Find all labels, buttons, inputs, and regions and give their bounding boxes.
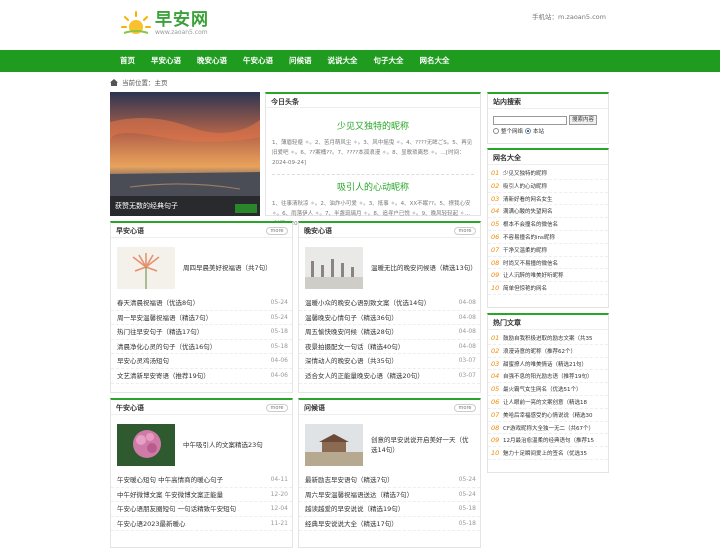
slider-pager[interactable] <box>235 204 257 213</box>
search-title: 站内搜索 <box>493 98 521 106</box>
search-button[interactable]: 搜索内容 <box>569 115 598 125</box>
list-item[interactable]: 午安心语2023最新暖心 11-21 <box>111 517 292 532</box>
rank-item[interactable]: 06 不容易撞名的ins昵称 <box>488 231 608 244</box>
rank-item[interactable]: 07 美哈后幸福感受的心情说说（精选30 <box>488 409 608 422</box>
rank-item[interactable]: 09 12月最治愈温柔的经典语句（推荐15 <box>488 434 608 448</box>
list-item[interactable]: 午安心语朋友圈短句 一句话精致午安短句 12-04 <box>111 502 292 517</box>
list-item[interactable]: 热门往早安句子（精选17句） 05-18 <box>111 325 292 340</box>
nav-home[interactable]: 首页 <box>112 50 143 72</box>
headline-title: 今日头条 <box>271 98 299 106</box>
headline-box: 今日头条 少见又独特的昵称 1、薄眉轻蹙 ✧。2、苦月萌风尘 ✧。3、风中摇曳 … <box>265 92 481 227</box>
headline-item-title[interactable]: 少见又独特的昵称 <box>266 119 480 132</box>
nav-noon[interactable]: 午安心语 <box>235 50 281 72</box>
site-domain: www.zaoan5.com <box>155 28 208 36</box>
mobile-site-link[interactable]: 手机站：m.zaoan5.com <box>532 11 606 21</box>
list-item[interactable]: 中午好微博文案 午安微博文案正能量 12-20 <box>111 488 292 503</box>
rank-item[interactable]: 10 魅力十足瞬间爱上的签名（优选35 <box>488 447 608 460</box>
list-item[interactable]: 周一早安温馨祝福语（精选7句） 05-24 <box>111 311 292 326</box>
morning-section: 早安心语 more 周四早晨美好祝福语（共7句） 春天清晨祝福语（优选8句） 05-… <box>110 221 293 393</box>
nicknames-title: 网名大全 <box>493 154 521 162</box>
list-item[interactable]: 早安心灵鸡汤短句 04-06 <box>111 354 292 369</box>
flower-image[interactable] <box>117 247 175 289</box>
rank-item[interactable]: 10 简单但惊艳的网名 <box>488 282 608 295</box>
site-search-box: 站内搜索 搜索内容 整个网络 本站 <box>487 92 609 144</box>
nicknames-box: 网名大全 01 少见又独特的昵称 02 吸引人的心动昵称 03 清新好看的网名女生 0… <box>487 148 609 308</box>
nav-nicknames[interactable]: 网名大全 <box>412 50 458 72</box>
featured-title[interactable]: 中午吸引人的文案精选23句 <box>183 440 263 450</box>
rank-item[interactable]: 04 满满心酸的失望网名 <box>488 205 608 219</box>
landscape-image[interactable] <box>305 247 363 289</box>
rank-item[interactable]: 01 鼓励自我积极进取的励志文案（共35 <box>488 332 608 345</box>
greetings-section: 问候语 more 创意的早安说说开启美好一天（优选14句） 最新励志早安语句（精选… <box>298 398 481 548</box>
breadcrumb-text: 当前位置：主页 <box>122 79 168 87</box>
rank-item[interactable]: 01 少见又独特的昵称 <box>488 167 608 180</box>
hydrangea-image[interactable] <box>117 424 175 466</box>
nav-evening[interactable]: 晚安心语 <box>189 50 235 72</box>
radio-this-site[interactable] <box>525 128 532 134</box>
section-title: 晚安心语 <box>304 227 332 235</box>
featured-title[interactable]: 周四早晨美好祝福语（共7句） <box>183 263 272 273</box>
pavilion-image[interactable] <box>305 424 363 466</box>
site-header: 早安网 www.zaoan5.com 手机站：m.zaoan5.com <box>0 0 720 48</box>
featured-title[interactable]: 温暖无比的晚安问候语（精选13句） <box>371 263 477 273</box>
list-item[interactable]: 深情动人的晚安心语（共35句） 03-07 <box>299 354 480 369</box>
rank-item[interactable]: 08 时尚又不易撞的微信名 <box>488 257 608 270</box>
list-item[interactable]: 清晨净化心灵的句子（优选16句） 05-18 <box>111 340 292 355</box>
list-item[interactable]: 温馨晚安心情句子（精选36句） 04-08 <box>299 311 480 326</box>
hero-slider[interactable]: 获赞无数的经典句子 <box>110 92 260 216</box>
list-item[interactable]: 周六早安温馨祝福语送达（精选7句） 05-24 <box>299 488 480 503</box>
section-title: 午安心语 <box>116 404 144 412</box>
rank-item[interactable]: 02 浪漫诗意的昵称（推荐62个） <box>488 345 608 358</box>
section-title: 早安心语 <box>116 227 144 235</box>
radio-whole-web[interactable] <box>493 128 499 134</box>
list-item[interactable]: 午安暖心短句 中午高情商的暖心句子 04-11 <box>111 473 292 488</box>
breadcrumb: 当前位置：主页 <box>110 77 168 87</box>
list-item[interactable]: 适合女人的正能量晚安心语（精选20句） 03-07 <box>299 369 480 384</box>
rank-item[interactable]: 04 自强不息的阳光励志语（推荐19句） <box>488 370 608 384</box>
rank-item[interactable]: 03 清新好看的网名女生 <box>488 193 608 206</box>
search-input[interactable] <box>493 115 567 125</box>
rank-item[interactable]: 09 让人沉醉的唯美好听昵称 <box>488 269 608 283</box>
list-item[interactable]: 温暖小众的晚安心语别致文案（优选14句） 04-08 <box>299 296 480 311</box>
hot-articles-box: 热门文章 01 鼓励自我积极进取的励志文案（共35 02 浪漫诗意的昵称（推荐62个… <box>487 313 609 473</box>
more-button[interactable]: more <box>454 227 476 235</box>
list-item[interactable]: 文艺清新早安寄语（推荐19句） 04-06 <box>111 369 292 384</box>
nav-moods[interactable]: 说说大全 <box>320 50 366 72</box>
headline-item-title[interactable]: 吸引人的心动昵称 <box>266 180 480 193</box>
home-icon <box>110 78 118 86</box>
rank-item[interactable]: 08 CF游戏昵称大全独一无二（共67个） <box>488 422 608 435</box>
headline-item-summary: 1、薄眉轻蹙 ✧。2、苦月萌风尘 ✧。3、风中摇曳 ✧。4、????无眸ごS。5… <box>272 140 473 166</box>
list-item[interactable]: 最新励志早安语句（精选7句） 05-24 <box>299 473 480 488</box>
more-button[interactable]: more <box>266 404 288 412</box>
rank-item[interactable]: 06 让人眼前一亮的文案创意（精选18 <box>488 396 608 409</box>
list-item[interactable]: 越读越爱的早安说说（精选19句） 05-18 <box>299 502 480 517</box>
more-button[interactable]: more <box>454 404 476 412</box>
main-nav: 首页 早安心语 晚安心语 午安心语 问候语 说说大全 句子大全 网名大全 <box>0 50 720 72</box>
rank-item[interactable]: 02 吸引人的心动昵称 <box>488 180 608 193</box>
list-item[interactable]: 夜景拍摄配文一句话（精选40句） 04-08 <box>299 340 480 355</box>
site-logo[interactable]: 早安网 www.zaoan5.com <box>120 9 209 37</box>
evening-section: 晚安心语 more 温暖无比的晚安问候语（精选13句） 温暖小众的晚安心语别致文案… <box>298 221 481 393</box>
rank-item[interactable]: 05 根本不会撞名的微信名 <box>488 218 608 231</box>
list-item[interactable]: 经典早安说说大全（精选17句） 05-18 <box>299 517 480 532</box>
rank-item[interactable]: 03 甜蜜撩人的唯美情话（精选21句） <box>488 358 608 371</box>
nav-morning[interactable]: 早安心语 <box>143 50 189 72</box>
rank-item[interactable]: 07 干净又温柔的昵称 <box>488 244 608 257</box>
noon-section: 午安心语 more 中午吸引人的文案精选23句 午安暖心短句 中午高情商的暖心句子… <box>110 398 293 548</box>
featured-title[interactable]: 创意的早安说说开启美好一天（优选14句） <box>371 435 474 455</box>
nav-sentences[interactable]: 句子大全 <box>366 50 412 72</box>
sun-logo-icon <box>121 11 151 34</box>
more-button[interactable]: more <box>266 227 288 235</box>
rank-item[interactable]: 05 最火霸气女生网名（优选51个） <box>488 383 608 396</box>
section-title: 问候语 <box>304 404 325 412</box>
nav-greetings[interactable]: 问候语 <box>281 50 320 72</box>
list-item[interactable]: 春天清晨祝福语（优选8句） 05-24 <box>111 296 292 311</box>
site-name: 早安网 <box>155 9 209 30</box>
hot-articles-title: 热门文章 <box>493 319 521 327</box>
list-item[interactable]: 周五愉快晚安问候（精选28句） 04-08 <box>299 325 480 340</box>
